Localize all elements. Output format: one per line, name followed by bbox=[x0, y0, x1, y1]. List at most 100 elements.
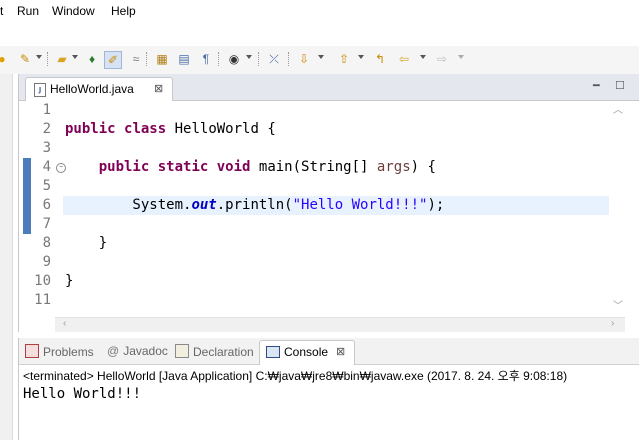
prev-annotation-icon[interactable]: ⇧ bbox=[336, 51, 352, 67]
java-file-icon: J bbox=[34, 83, 46, 97]
menu-item-edit[interactable]: t bbox=[0, 4, 3, 18]
code-token: class bbox=[124, 121, 167, 137]
package-icon[interactable]: ▦ bbox=[154, 51, 170, 67]
code-line: } bbox=[65, 234, 107, 253]
code-token: } bbox=[65, 273, 74, 289]
maximize-icon[interactable]: ☐ bbox=[615, 79, 625, 92]
pin-icon[interactable]: ♦ bbox=[84, 51, 100, 67]
code-line: } bbox=[65, 272, 73, 291]
paragraph-icon[interactable]: ¶ bbox=[198, 51, 214, 67]
left-trim-bar bbox=[0, 74, 13, 440]
line-number: 8 bbox=[42, 235, 51, 251]
menu-item-run[interactable]: Run bbox=[17, 4, 39, 18]
declaration-icon bbox=[175, 344, 189, 358]
format-icon[interactable]: ≈ bbox=[128, 51, 144, 67]
last-edit-icon[interactable]: ↰ bbox=[372, 51, 388, 67]
editor-tab-bar: J HelloWorld.java ⊠ ━ ☐ bbox=[19, 74, 639, 101]
menu-bar: t Run Window Help bbox=[0, 0, 639, 22]
line-number: 4 bbox=[42, 159, 51, 175]
vertical-scrollbar[interactable]: ︿ ﹀ bbox=[609, 101, 625, 317]
console-icon bbox=[266, 346, 280, 358]
new-wizard-icon[interactable]: ● bbox=[0, 51, 10, 67]
code-token: args bbox=[376, 159, 411, 175]
code-token: System. bbox=[65, 197, 192, 213]
code-line: System.out.println("Hello World!!!"); bbox=[65, 196, 444, 215]
scroll-right-icon[interactable]: › bbox=[611, 318, 614, 329]
tab-console[interactable]: Console ⊠ bbox=[259, 340, 355, 365]
code-token: main(String[] bbox=[250, 159, 377, 175]
run-icon[interactable]: ◉ bbox=[226, 51, 242, 67]
code-line: public class HelloWorld { bbox=[65, 120, 276, 139]
toolbar-separator bbox=[146, 52, 148, 66]
code-token: public bbox=[65, 121, 116, 137]
panel-tab-bar: Problems @ Javadoc Declaration Console ⊠ bbox=[19, 338, 639, 365]
edit-dropdown-icon[interactable] bbox=[36, 55, 42, 59]
problems-icon bbox=[25, 344, 39, 358]
code-token: .println( bbox=[216, 197, 293, 213]
code-token: out bbox=[191, 197, 217, 213]
next-annotation-icon[interactable]: ⇩ bbox=[296, 51, 312, 67]
horizontal-scrollbar[interactable]: ‹ › bbox=[55, 317, 625, 332]
back-icon[interactable]: ⇦ bbox=[396, 51, 412, 67]
code-token: HelloWorld { bbox=[166, 121, 276, 137]
tab-helloworld-java[interactable]: J HelloWorld.java ⊠ bbox=[25, 77, 173, 101]
toolbar-separator bbox=[47, 52, 49, 66]
open-dropdown-icon[interactable] bbox=[72, 55, 78, 59]
run-dropdown-icon[interactable] bbox=[246, 55, 252, 59]
back-dropdown-icon[interactable] bbox=[420, 55, 426, 59]
code-token: static bbox=[157, 159, 209, 175]
scroll-left-icon[interactable]: ‹ bbox=[63, 318, 66, 329]
line-number: 9 bbox=[42, 254, 51, 270]
line-number: 1 bbox=[42, 102, 51, 118]
code-token: } bbox=[65, 235, 108, 251]
tab-declaration[interactable]: Declaration bbox=[175, 344, 254, 359]
code-token: public bbox=[98, 159, 150, 175]
scroll-down-icon[interactable]: ﹀ bbox=[613, 297, 623, 312]
code-token: void bbox=[216, 159, 251, 175]
code-line: public static void main(String[] args) { bbox=[65, 158, 436, 177]
next-annotation-dropdown-icon[interactable] bbox=[318, 55, 324, 59]
line-number: 7 bbox=[42, 216, 51, 232]
bottom-panel: Problems @ Javadoc Declaration Console ⊠ … bbox=[18, 338, 639, 440]
code-token: ); bbox=[427, 197, 445, 213]
javadoc-icon: @ bbox=[107, 344, 120, 358]
close-icon[interactable]: ⊠ bbox=[154, 82, 163, 95]
scroll-up-icon[interactable]: ︿ bbox=[613, 101, 623, 116]
highlight-icon[interactable]: ✐ bbox=[104, 51, 122, 69]
tab-problems[interactable]: Problems bbox=[25, 344, 94, 359]
line-number: 5 bbox=[42, 178, 51, 194]
line-number: 3 bbox=[42, 140, 51, 156]
prev-annotation-dropdown-icon[interactable] bbox=[358, 55, 364, 59]
line-number: 11 bbox=[34, 292, 51, 308]
line-number: 10 bbox=[34, 273, 51, 289]
minimize-icon[interactable]: ━ bbox=[593, 79, 600, 92]
edit-icon[interactable]: ✎ bbox=[17, 51, 33, 67]
line-number: 6 bbox=[42, 197, 51, 213]
line-number: 2 bbox=[42, 121, 51, 137]
open-folder-icon[interactable]: ▰ bbox=[54, 51, 70, 67]
code-area[interactable]: − 1 2 public class HelloWorld {3 4 public s… bbox=[19, 101, 629, 317]
menu-item-help[interactable]: Help bbox=[111, 4, 136, 18]
tab-console-label: Console bbox=[284, 345, 329, 359]
close-icon[interactable]: ⊠ bbox=[336, 345, 345, 358]
main-toolbar: ● ✎ ▰ ♦ ✐ ≈ ▦ ▤ ¶ ◉ ⤫ ⇩ ⇧ ↰ ⇦ ⇨ bbox=[0, 46, 639, 75]
tab-label: HelloWorld.java bbox=[50, 82, 134, 96]
tab-javadoc[interactable]: @ Javadoc bbox=[107, 344, 168, 358]
forward-dropdown-icon[interactable] bbox=[458, 55, 464, 59]
code-token: "Hello World!!!" bbox=[292, 197, 428, 213]
toolbar-separator bbox=[288, 52, 290, 66]
console-output[interactable]: Hello World!!! bbox=[23, 386, 141, 402]
page-icon[interactable]: ▤ bbox=[176, 51, 192, 67]
console-status: <terminated> HelloWorld [Java Applicatio… bbox=[23, 369, 568, 383]
java-editor: J HelloWorld.java ⊠ ━ ☐ − 1 2 public class… bbox=[18, 74, 639, 332]
toolbar-separator bbox=[218, 52, 220, 66]
tab-declaration-label: Declaration bbox=[193, 345, 254, 359]
stop-icon[interactable]: ⤫ bbox=[266, 51, 282, 67]
menu-item-window[interactable]: Window bbox=[52, 4, 95, 18]
toolbar-separator bbox=[258, 52, 260, 66]
forward-icon[interactable]: ⇨ bbox=[434, 51, 450, 67]
